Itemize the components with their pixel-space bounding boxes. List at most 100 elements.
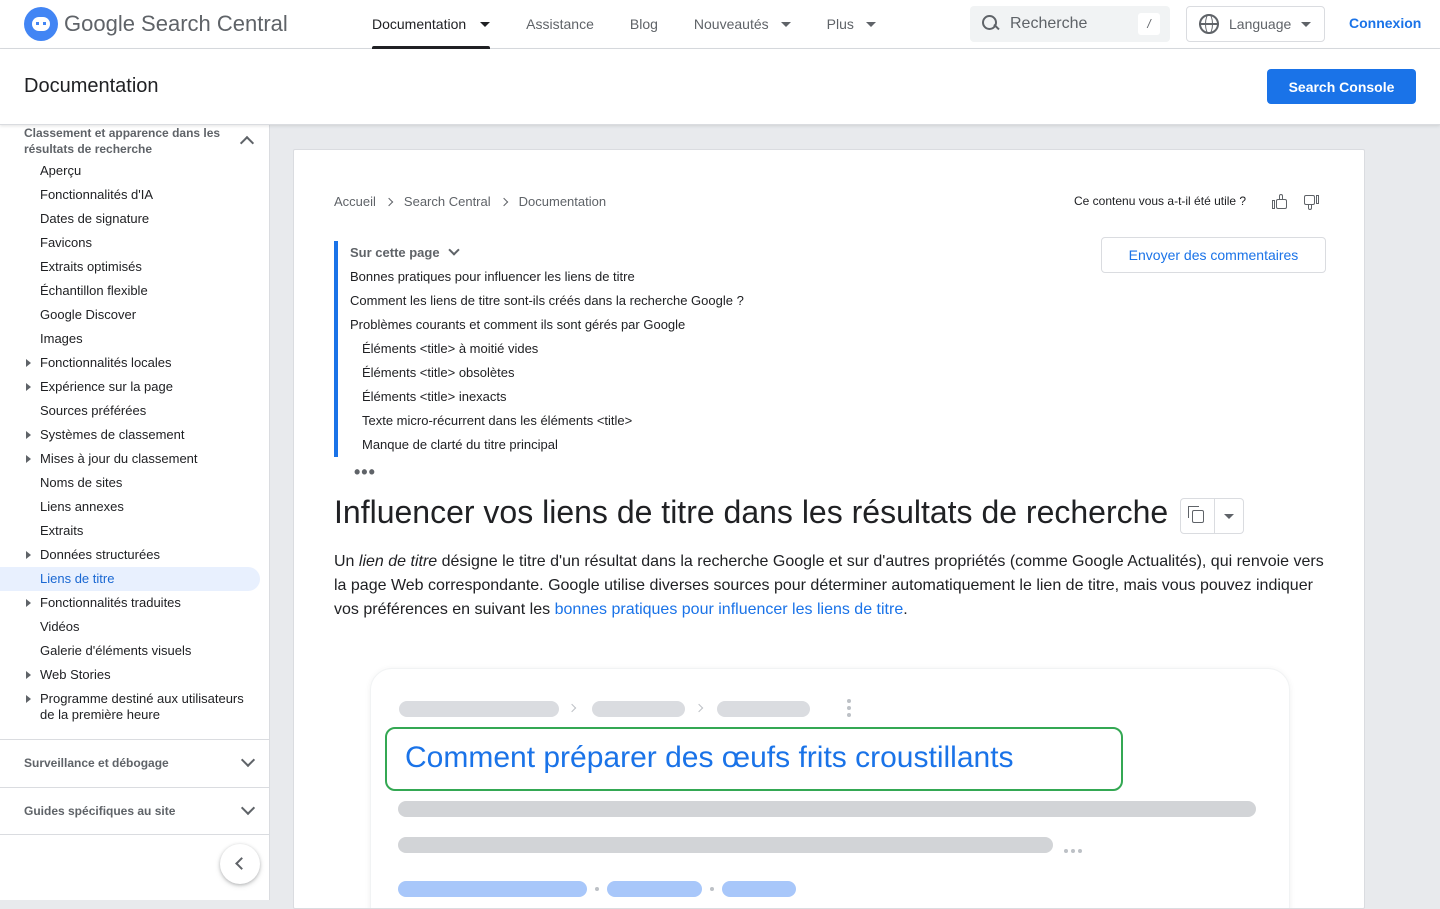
sidebar-item-label: Favicons	[40, 235, 93, 250]
expand-arrow-icon[interactable]	[26, 671, 31, 679]
toc-item[interactable]: Texte micro-récurrent dans les éléments …	[350, 409, 774, 433]
sidebar-item-label: Extraits optimisés	[40, 259, 142, 274]
topnav-documentation[interactable]: Documentation	[354, 0, 508, 49]
logo-text: Google Search Central	[64, 11, 288, 36]
sidebar-section-title[interactable]: Classement et apparence dans les résulta…	[24, 125, 234, 157]
search-shortcut-key: /	[1138, 13, 1160, 35]
copy-button-group	[1180, 498, 1244, 534]
table-of-contents: Sur cette page Bonnes pratiques pour inf…	[334, 241, 774, 457]
sidebar-item[interactable]: Vidéos	[0, 615, 270, 639]
sidebar-item[interactable]: Aperçu	[0, 159, 270, 183]
sidebar-item[interactable]: Dates de signature	[0, 207, 270, 231]
toc-item[interactable]: Comment les liens de titre sont-ils créé…	[350, 289, 774, 313]
sidebar-item[interactable]: Échantillon flexible	[0, 279, 270, 303]
send-feedback-button[interactable]: Envoyer des commentaires	[1101, 237, 1326, 273]
sidebar-item[interactable]: Extraits	[0, 519, 270, 543]
thumbs-down-icon[interactable]	[1301, 193, 1319, 211]
copy-menu-button[interactable]	[1215, 499, 1243, 533]
sidebar-item[interactable]: Galerie d'éléments visuels	[0, 639, 270, 663]
caret-down-icon	[780, 21, 791, 27]
sidebar-item[interactable]: Sources préférées	[0, 399, 270, 423]
separator-dot	[595, 887, 599, 891]
search-result-illustration: Comment préparer des œufs frits croustil…	[370, 668, 1290, 908]
sidebar-item-label: Galerie d'éléments visuels	[40, 643, 192, 658]
thumbs-up-icon[interactable]	[1272, 193, 1290, 211]
search-icon	[980, 14, 1000, 34]
placeholder-bar	[592, 701, 685, 717]
collapse-sidebar-button[interactable]	[220, 844, 260, 884]
caret-down-icon	[865, 21, 876, 27]
sidebar-item[interactable]: Favicons	[0, 231, 270, 255]
best-practices-link[interactable]: bonnes pratiques pour influencer les lie…	[555, 601, 904, 618]
helpful-question: Ce contenu vous a-t-il été utile ?	[1074, 194, 1247, 208]
kebab-dot	[847, 699, 851, 703]
more-dots-icon[interactable]: •••	[354, 462, 376, 483]
sidebar-item[interactable]: Noms de sites	[0, 471, 270, 495]
sidebar-item[interactable]: Google Discover	[0, 303, 270, 327]
sidebar-group-guides[interactable]: Guides spécifiques au site	[0, 787, 270, 835]
chevron-up-icon[interactable]	[239, 135, 255, 151]
language-button[interactable]: Language	[1186, 6, 1325, 42]
top-bar: Google Search Central Documentation Assis…	[0, 0, 1440, 49]
expand-arrow-icon[interactable]	[26, 551, 31, 559]
topnav-plus[interactable]: Plus	[809, 0, 894, 49]
sidebar-item-label: Systèmes de classement	[40, 427, 185, 442]
toc-item[interactable]: Éléments <title> obsolètes	[350, 361, 774, 385]
breadcrumb-home[interactable]: Accueil	[334, 194, 376, 209]
sidebar-item[interactable]: Mises à jour du classement	[0, 447, 270, 471]
sidebar-item[interactable]: Liens annexes	[0, 495, 270, 519]
chevron-left-icon	[235, 857, 248, 870]
sidebar-item[interactable]: Fonctionnalités locales	[0, 351, 270, 375]
toc-item[interactable]: Éléments <title> à moitié vides	[350, 337, 774, 361]
toc-item[interactable]: Éléments <title> inexacts	[350, 385, 774, 409]
chevron-down-icon	[240, 800, 256, 816]
sidebar-item[interactable]: Fonctionnalités traduites	[0, 591, 270, 615]
site-logo[interactable]: Google Search Central	[24, 7, 324, 41]
sidebar-item[interactable]: Liens de titre	[0, 567, 260, 591]
topnav-blog[interactable]: Blog	[612, 0, 676, 49]
sidebar-item[interactable]: Web Stories	[0, 663, 270, 687]
ellipsis-dot	[1071, 849, 1075, 853]
sidebar-item[interactable]: Expérience sur la page	[0, 375, 270, 399]
sidebar-group-surveillance[interactable]: Surveillance et débogage	[0, 739, 270, 787]
copy-icon	[1188, 506, 1204, 523]
toc-item[interactable]: Problèmes courants et comment ils sont g…	[350, 313, 774, 337]
search-input[interactable]	[1010, 15, 1130, 33]
sidebar-item-label: Fonctionnalités locales	[40, 355, 172, 370]
placeholder-bar	[399, 701, 559, 717]
sidebar-item[interactable]: Données structurées	[0, 543, 270, 567]
expand-arrow-icon[interactable]	[26, 455, 31, 463]
expand-arrow-icon[interactable]	[26, 599, 31, 607]
expand-arrow-icon[interactable]	[26, 383, 31, 391]
toc-item[interactable]: Manque de clarté du titre principal	[350, 433, 774, 457]
search-central-logo-icon	[24, 7, 58, 41]
expand-arrow-icon[interactable]	[26, 431, 31, 439]
caret-down-icon	[1224, 513, 1234, 519]
search-box[interactable]: /	[970, 6, 1170, 42]
toc-heading[interactable]: Sur cette page	[350, 241, 774, 265]
caret-down-icon	[1301, 21, 1312, 27]
expand-arrow-icon[interactable]	[26, 695, 31, 703]
breadcrumb-search-central[interactable]: Search Central	[404, 194, 491, 209]
page-title: Influencer vos liens de titre dans les r…	[334, 494, 1169, 530]
sidebar-item[interactable]: Extraits optimisés	[0, 255, 270, 279]
top-nav: Documentation Assistance Blog Nouveautés Plu…	[354, 0, 894, 49]
topnav-assistance[interactable]: Assistance	[508, 0, 612, 49]
separator-dot	[710, 887, 714, 891]
ellipsis-dot	[1064, 849, 1068, 853]
sidebar-item-label: Web Stories	[40, 667, 111, 682]
copy-button[interactable]	[1181, 499, 1215, 533]
globe-icon	[1199, 14, 1219, 34]
login-link[interactable]: Connexion	[1349, 15, 1421, 31]
sidebar-item[interactable]: Fonctionnalités d'IA	[0, 183, 270, 207]
expand-arrow-icon[interactable]	[26, 359, 31, 367]
breadcrumb-documentation[interactable]: Documentation	[519, 194, 606, 209]
topnav-label: Assistance	[526, 16, 594, 32]
sidebar-item[interactable]: Programme destiné aux utilisateurs de la…	[0, 687, 270, 727]
sidebar-item[interactable]: Images	[0, 327, 270, 351]
topnav-nouveaut-s[interactable]: Nouveautés	[676, 0, 809, 49]
sidebar-item[interactable]: Systèmes de classement	[0, 423, 270, 447]
search-console-button[interactable]: Search Console	[1267, 69, 1416, 104]
example-title-link: Comment préparer des œufs frits croustil…	[405, 741, 1014, 774]
toc-item[interactable]: Bonnes pratiques pour influencer les lie…	[350, 265, 774, 289]
